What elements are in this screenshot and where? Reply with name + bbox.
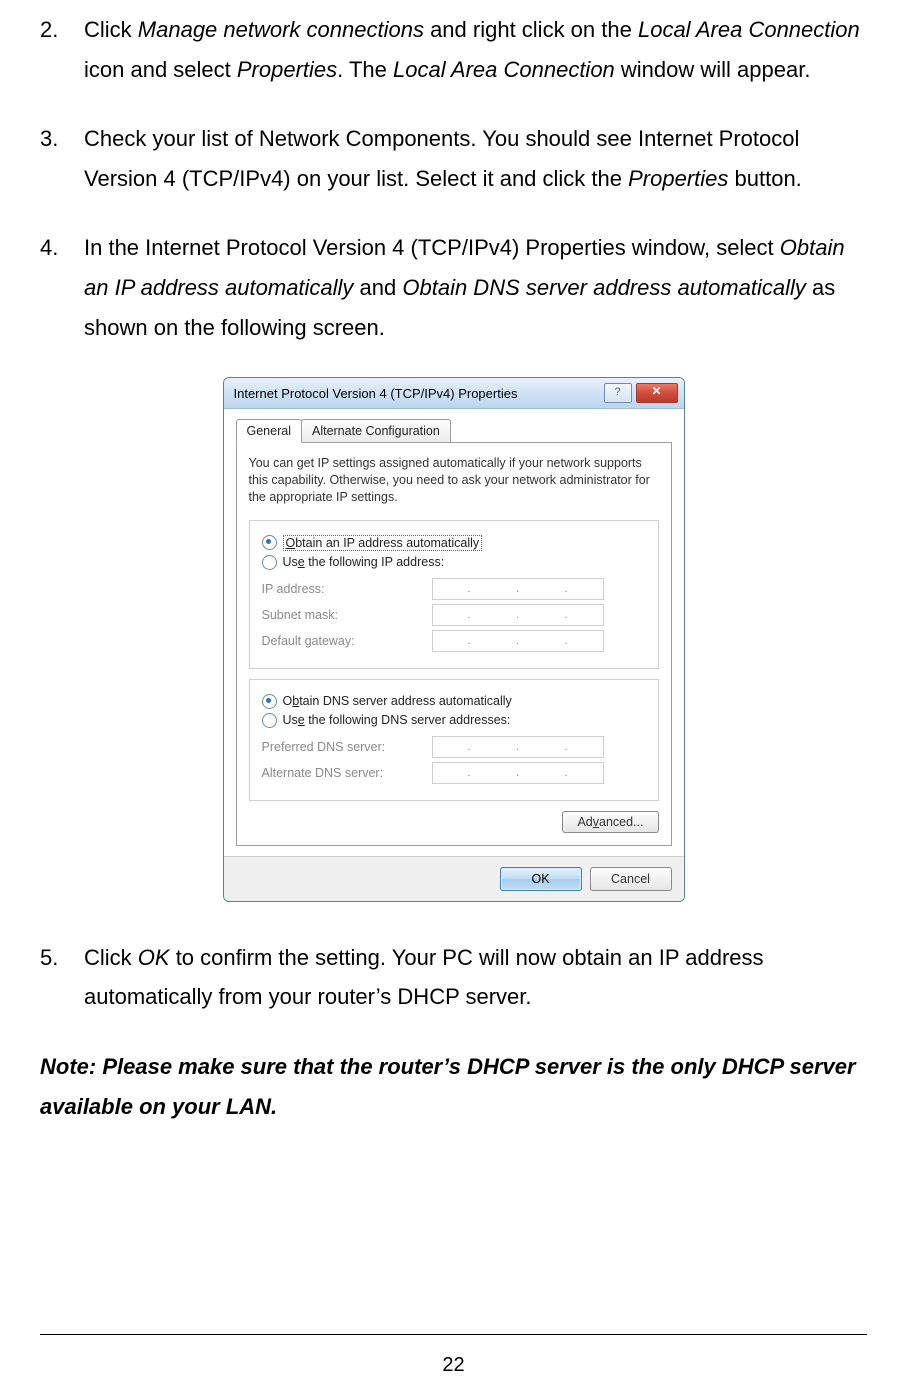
cancel-button[interactable]: Cancel [590,867,672,891]
label-alternate-dns: Alternate DNS server: [262,766,432,780]
ipv4-properties-dialog: Internet Protocol Version 4 (TCP/IPv4) P… [223,377,685,902]
radio-icon [262,535,277,550]
radio-icon [262,555,277,570]
label-preferred-dns: Preferred DNS server: [262,740,432,754]
step-5-number: 5. [40,938,84,1017]
radio-icon [262,694,277,709]
step-2-body: Click Manage network connections and rig… [84,10,867,89]
radio-label: Obtain an IP address automatically [283,535,483,551]
step-2-number: 2. [40,10,84,89]
step-4-body: In the Internet Protocol Version 4 (TCP/… [84,228,867,347]
step-3-body: Check your list of Network Components. Y… [84,119,867,198]
ok-button[interactable]: OK [500,867,582,891]
step-4: 4. In the Internet Protocol Version 4 (T… [40,228,867,347]
ip-group: Obtain an IP address automatically Use t… [249,520,659,669]
step-3-number: 3. [40,119,84,198]
tab-general[interactable]: General [236,419,302,443]
help-button[interactable]: ? [604,383,632,403]
note: Note: Please make sure that the router’s… [40,1047,867,1126]
step-5: 5. Click OK to confirm the setting. Your… [40,938,867,1017]
step-2: 2. Click Manage network connections and … [40,10,867,89]
dialog-title: Internet Protocol Version 4 (TCP/IPv4) P… [234,386,518,401]
input-default-gateway: . . . [432,630,604,652]
help-text: You can get IP settings assigned automat… [249,455,659,506]
input-preferred-dns: . . . [432,736,604,758]
dialog-titlebar[interactable]: Internet Protocol Version 4 (TCP/IPv4) P… [224,378,684,409]
radio-obtain-dns-auto[interactable]: Obtain DNS server address automatically [262,694,646,709]
radio-obtain-ip-auto[interactable]: Obtain an IP address automatically [262,535,646,551]
dns-group: Obtain DNS server address automatically … [249,679,659,801]
radio-use-following-dns[interactable]: Use the following DNS server addresses: [262,713,646,728]
radio-use-following-ip[interactable]: Use the following IP address: [262,555,646,570]
step-5-body: Click OK to confirm the setting. Your PC… [84,938,867,1017]
input-subnet-mask: . . . [432,604,604,626]
label-subnet-mask: Subnet mask: [262,608,432,622]
radio-label: Obtain DNS server address automatically [283,694,512,708]
tab-alternate-configuration[interactable]: Alternate Configuration [301,419,451,443]
radio-label: Use the following DNS server addresses: [283,713,511,727]
label-default-gateway: Default gateway: [262,634,432,648]
step-3: 3. Check your list of Network Components… [40,119,867,198]
input-ip-address: . . . [432,578,604,600]
tab-panel-general: You can get IP settings assigned automat… [236,442,672,846]
input-alternate-dns: . . . [432,762,604,784]
radio-label: Use the following IP address: [283,555,445,569]
label-ip-address: IP address: [262,582,432,596]
step-4-number: 4. [40,228,84,347]
tabstrip: General Alternate Configuration [236,419,672,443]
page-number: 22 [0,1354,907,1377]
close-button[interactable]: ✕ [636,383,678,403]
footer-separator [40,1334,867,1335]
radio-icon [262,713,277,728]
advanced-button[interactable]: Advanced... [562,811,658,833]
